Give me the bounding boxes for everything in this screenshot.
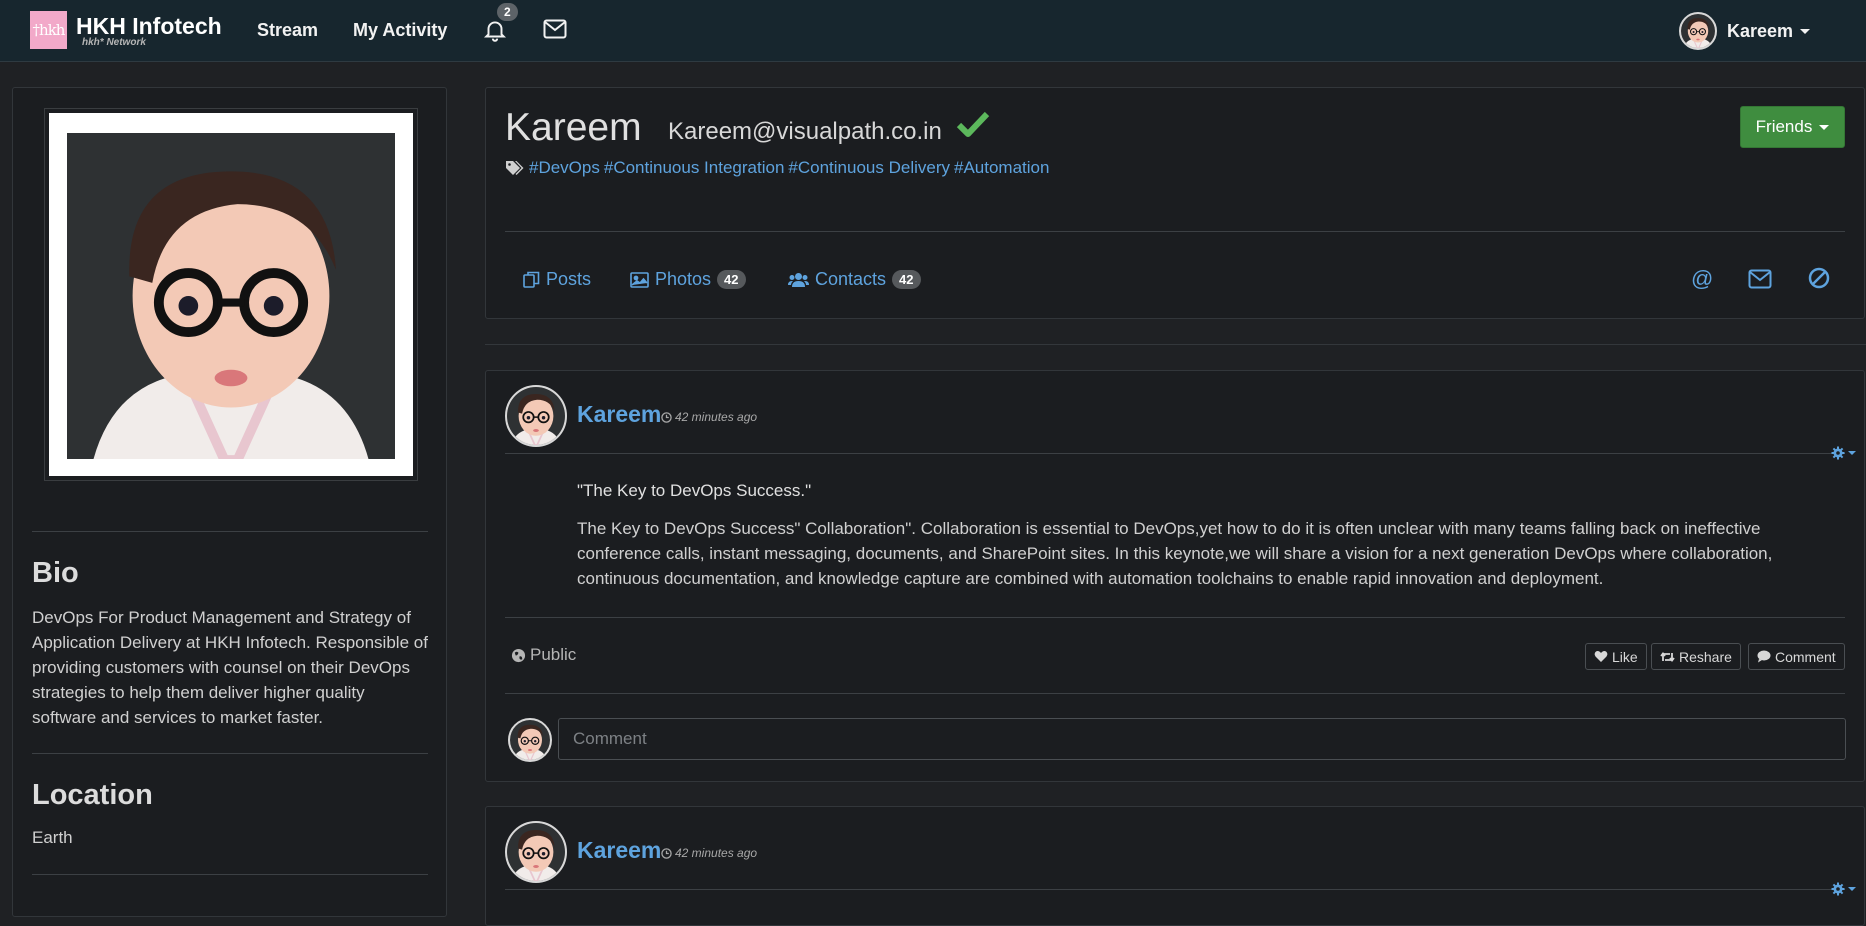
- user-menu-name: Kareem: [1727, 20, 1794, 41]
- brand-name: HKH Infotech: [76, 13, 222, 39]
- bio-heading: Bio: [32, 557, 79, 589]
- tab-label: Posts: [546, 269, 592, 289]
- post-author-link[interactable]: Kareem: [577, 401, 661, 428]
- post-card: Kareem 42 minutes ago: [485, 806, 1865, 926]
- comment-icon: [1757, 650, 1775, 663]
- contacts-icon: [788, 272, 809, 288]
- divider: [32, 874, 428, 875]
- post-timestamp[interactable]: 42 minutes ago: [661, 410, 757, 424]
- post-card: Kareem 42 minutes ago "The Key to DevOps…: [485, 370, 1865, 782]
- bell-icon[interactable]: [482, 17, 508, 48]
- friends-dropdown-button[interactable]: Friends: [1740, 106, 1845, 148]
- profile-name: Kareem: [505, 106, 642, 149]
- top-navbar: †hkh HKH Infotech hkh* Network Stream My…: [0, 0, 1866, 62]
- divider: [505, 453, 1845, 454]
- chevron-down-icon: [1819, 124, 1830, 130]
- tab-contacts[interactable]: Contacts 42: [788, 269, 921, 290]
- chevron-down-icon: [1848, 887, 1856, 891]
- post-author-avatar[interactable]: [505, 821, 567, 883]
- divider: [32, 753, 428, 754]
- friends-button-label: Friends: [1755, 117, 1813, 136]
- post-author-link[interactable]: Kareem: [577, 837, 661, 864]
- location-heading: Location: [32, 779, 153, 811]
- post-time-text: 42 minutes ago: [675, 410, 758, 424]
- globe-icon: [511, 648, 526, 663]
- divider: [505, 617, 1845, 618]
- like-button[interactable]: Like: [1585, 643, 1647, 670]
- tag-link[interactable]: #Continuous Delivery: [788, 158, 950, 178]
- post-visibility: Public: [511, 645, 576, 665]
- location-text: Earth: [32, 828, 73, 847]
- brand-logo: †hkh: [30, 11, 67, 49]
- like-label: Like: [1612, 648, 1638, 665]
- commenter-avatar: [508, 718, 552, 762]
- mention-icon[interactable]: @: [1691, 266, 1713, 292]
- message-icon[interactable]: [1748, 269, 1772, 294]
- post-timestamp[interactable]: 42 minutes ago: [661, 846, 757, 860]
- posts-icon: [523, 271, 540, 288]
- brand[interactable]: †hkh HKH Infotech hkh* Network: [30, 11, 222, 49]
- retweet-icon: [1660, 651, 1679, 663]
- tab-photos[interactable]: Photos 42: [630, 269, 746, 290]
- user-menu[interactable]: Kareem: [1679, 12, 1811, 50]
- photos-count-badge: 42: [717, 270, 746, 289]
- divider: [505, 889, 1845, 890]
- gear-icon[interactable]: [1831, 446, 1856, 460]
- tag-link[interactable]: #Automation: [954, 158, 1049, 178]
- tab-label: Photos: [655, 269, 712, 289]
- comment-button[interactable]: Comment: [1748, 643, 1845, 670]
- clock-icon: [661, 411, 672, 423]
- tag-link[interactable]: #Continuous Integration: [604, 158, 785, 178]
- block-icon[interactable]: [1808, 267, 1830, 294]
- tab-label: Contacts: [815, 269, 887, 289]
- comment-label: Comment: [1775, 648, 1836, 665]
- tag-link[interactable]: #DevOps: [529, 158, 600, 178]
- envelope-icon[interactable]: [543, 19, 567, 44]
- photos-icon: [630, 271, 649, 288]
- profile-sidebar: Bio DevOps For Product Management and St…: [12, 87, 447, 917]
- reshare-button[interactable]: Reshare: [1651, 643, 1741, 670]
- post-time-text: 42 minutes ago: [675, 846, 758, 860]
- divider: [32, 531, 428, 532]
- divider: [485, 344, 1866, 345]
- tab-posts[interactable]: Posts: [523, 269, 591, 290]
- profile-header: Kareem Kareem@visualpath.co.in #DevOps #…: [485, 87, 1865, 319]
- post-title: "The Key to DevOps Success.": [577, 481, 812, 500]
- tags-icon: [505, 160, 525, 176]
- avatar: [1679, 12, 1717, 50]
- chevron-down-icon: [1800, 28, 1811, 34]
- bio-text: DevOps For Product Management and Strate…: [32, 608, 428, 727]
- nav-my-activity-link[interactable]: My Activity: [353, 20, 447, 41]
- profile-email: Kareem@visualpath.co.in: [668, 118, 942, 145]
- heart-icon: [1594, 650, 1612, 663]
- profile-photo[interactable]: [44, 108, 418, 481]
- nav-stream-link[interactable]: Stream: [257, 20, 318, 41]
- post-body: The Key to DevOps Success" Collaboration…: [577, 519, 1773, 588]
- divider: [505, 693, 1845, 694]
- divider: [505, 231, 1845, 232]
- post-author-avatar[interactable]: [505, 385, 567, 447]
- comment-input[interactable]: [558, 718, 1846, 760]
- gear-icon[interactable]: [1831, 882, 1856, 896]
- contacts-count-badge: 42: [892, 270, 921, 289]
- clock-icon: [661, 847, 672, 859]
- chevron-down-icon: [1848, 451, 1856, 455]
- reshare-label: Reshare: [1679, 648, 1732, 665]
- notification-count-badge: 2: [497, 3, 518, 21]
- visibility-label: Public: [530, 645, 577, 664]
- profile-tags: #DevOps #Continuous Integration #Continu…: [505, 158, 1053, 178]
- check-icon: [956, 110, 990, 143]
